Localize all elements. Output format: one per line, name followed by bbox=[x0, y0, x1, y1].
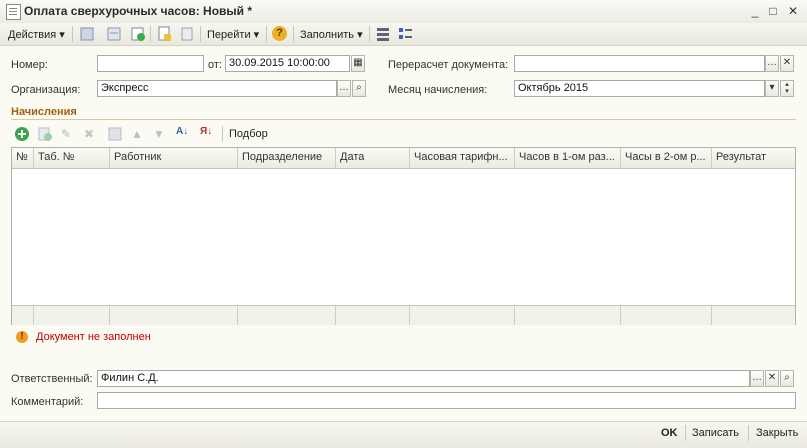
maximize-icon[interactable]: □ bbox=[766, 4, 780, 18]
column-header[interactable]: № bbox=[12, 148, 34, 168]
clear-icon[interactable]: ✕ bbox=[765, 370, 779, 387]
selection-button[interactable]: Подбор bbox=[229, 128, 268, 140]
goto-menu[interactable]: Перейти ▾ bbox=[207, 28, 259, 41]
comment-field[interactable] bbox=[97, 392, 796, 409]
organization-label: Организация: bbox=[11, 84, 81, 96]
refresh-icon[interactable] bbox=[130, 26, 146, 42]
warning-icon: ! bbox=[16, 331, 28, 343]
footer-cell bbox=[621, 306, 712, 325]
column-header[interactable]: Часов в 1-ом раз... bbox=[515, 148, 621, 168]
app-icon bbox=[6, 4, 21, 20]
sort-desc-icon[interactable]: Я↓ bbox=[200, 126, 212, 137]
number-label: Номер: bbox=[11, 59, 48, 71]
recalc-label: Перерасчет документа: bbox=[388, 59, 509, 71]
goto-label: Перейти bbox=[207, 29, 251, 41]
toolbar-separator bbox=[293, 26, 294, 42]
fill-menu[interactable]: Заполнить ▾ bbox=[300, 28, 363, 41]
column-header[interactable]: Дата bbox=[336, 148, 410, 168]
structure-icon[interactable] bbox=[106, 26, 122, 42]
save-button[interactable]: Записать bbox=[692, 427, 739, 439]
button-separator bbox=[685, 425, 686, 441]
footer-cell bbox=[238, 306, 336, 325]
minimize-icon[interactable]: _ bbox=[748, 4, 762, 18]
close-icon[interactable]: ✕ bbox=[786, 4, 800, 18]
dropdown-icon[interactable]: ▾ bbox=[765, 80, 779, 97]
toolbar-separator bbox=[200, 26, 201, 42]
date-field[interactable]: 30.09.2015 10:00:00 bbox=[225, 55, 350, 72]
copy-icon[interactable] bbox=[37, 126, 53, 142]
toolbar-separator bbox=[72, 26, 73, 42]
table-header: № Таб. № Работник Подразделение Дата Час… bbox=[12, 148, 795, 169]
fill-label: Заполнить bbox=[300, 29, 355, 41]
select-button[interactable]: … bbox=[765, 55, 779, 72]
ok-button[interactable]: OK bbox=[661, 427, 678, 439]
toolbar-separator bbox=[150, 26, 151, 42]
end-edit-icon[interactable] bbox=[107, 126, 123, 142]
footer-cell bbox=[410, 306, 515, 325]
date-label: от: bbox=[208, 59, 222, 71]
close-button[interactable]: Закрыть bbox=[756, 427, 798, 439]
move-up-icon[interactable]: ▲ bbox=[131, 127, 143, 141]
recalc-field[interactable] bbox=[514, 55, 765, 72]
footer-cell bbox=[34, 306, 110, 325]
footer-cell bbox=[110, 306, 238, 325]
number-field[interactable] bbox=[97, 55, 204, 72]
button-separator bbox=[748, 425, 749, 441]
select-button[interactable]: … bbox=[750, 370, 764, 387]
organization-field[interactable]: Экспресс bbox=[97, 80, 337, 97]
sort-asc-icon[interactable]: А↓ bbox=[176, 126, 188, 137]
warning-message: Документ не заполнен bbox=[36, 331, 151, 343]
toolbar-separator bbox=[266, 26, 267, 42]
clear-icon[interactable]: ✕ bbox=[780, 55, 794, 72]
actions-menu[interactable]: Действия ▾ bbox=[8, 28, 65, 41]
calendar-icon[interactable]: ▦ bbox=[351, 55, 365, 72]
column-header[interactable]: Подразделение bbox=[238, 148, 336, 168]
list-view-icon[interactable] bbox=[375, 26, 391, 42]
search-icon[interactable]: ⌕ bbox=[780, 370, 794, 387]
column-header[interactable]: Часовая тарифн... bbox=[410, 148, 515, 168]
add-icon[interactable] bbox=[14, 126, 30, 142]
responsible-field[interactable]: Филин С.Д. bbox=[97, 370, 750, 387]
month-stepper[interactable]: ▴ ▾ bbox=[780, 80, 794, 97]
column-header[interactable]: Результат bbox=[712, 148, 795, 168]
post-icon[interactable] bbox=[79, 26, 95, 42]
column-header[interactable]: Таб. № bbox=[34, 148, 110, 168]
delete-icon[interactable]: ✖ bbox=[84, 127, 94, 141]
actions-label: Действия bbox=[8, 29, 57, 41]
comment-label: Комментарий: bbox=[11, 396, 84, 408]
toolbar-separator bbox=[222, 126, 223, 142]
tree-view-icon[interactable] bbox=[397, 26, 413, 42]
month-label: Месяц начисления: bbox=[388, 84, 488, 96]
divider bbox=[11, 119, 796, 120]
move-down-icon[interactable]: ▼ bbox=[153, 127, 165, 141]
copy-doc-icon[interactable] bbox=[156, 26, 172, 42]
accruals-title: Начисления bbox=[11, 106, 77, 118]
month-field[interactable]: Октябрь 2015 bbox=[514, 80, 765, 97]
footer-cell bbox=[336, 306, 410, 325]
accruals-table[interactable]: № Таб. № Работник Подразделение Дата Час… bbox=[11, 147, 796, 325]
help-icon[interactable]: ? bbox=[272, 26, 287, 41]
column-header[interactable]: Работник bbox=[110, 148, 238, 168]
table-footer bbox=[12, 305, 795, 325]
toolbar-separator bbox=[369, 26, 370, 42]
print-icon[interactable] bbox=[179, 26, 195, 42]
select-button[interactable]: … bbox=[337, 80, 351, 97]
column-header[interactable]: Часы в 2-ом р... bbox=[621, 148, 712, 168]
footer-cell bbox=[12, 306, 34, 325]
edit-icon[interactable]: ✎ bbox=[61, 127, 71, 141]
footer-cell bbox=[515, 306, 621, 325]
responsible-label: Ответственный: bbox=[11, 373, 93, 385]
window-title: Оплата сверхурочных часов: Новый * bbox=[24, 4, 253, 18]
search-icon[interactable]: ⌕ bbox=[352, 80, 366, 97]
